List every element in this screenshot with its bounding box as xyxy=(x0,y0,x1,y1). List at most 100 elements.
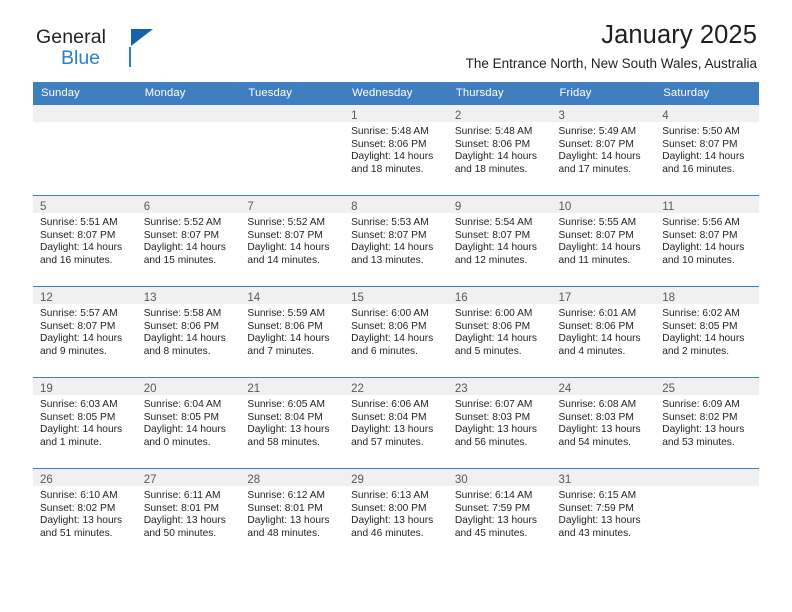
day-number-band: 28 xyxy=(240,469,345,486)
calendar-day-cell[interactable]: 1 Sunrise: 5:48 AM Sunset: 8:06 PM Daylight… xyxy=(344,104,448,196)
calendar-day-cell[interactable]: 30 Sunrise: 6:14 AM Sunset: 7:59 PM Dayligh… xyxy=(447,468,552,559)
calendar-day-cell[interactable]: 2 Sunrise: 5:48 AM Sunset: 8:06 PM Daylight… xyxy=(447,104,552,196)
sunrise-text: Sunrise: 6:10 AM xyxy=(40,490,118,501)
day-sun-info: Sunrise: 5:52 AM Sunset: 8:07 PM Daylight:… xyxy=(137,213,241,267)
calendar-day-cell[interactable]: 29 Sunrise: 6:13 AM Sunset: 8:00 PM Dayligh… xyxy=(344,468,448,559)
day-number-band: 12 xyxy=(33,287,137,304)
calendar-day-cell[interactable]: 15 Sunrise: 6:00 AM Sunset: 8:06 PM Dayligh… xyxy=(344,286,448,378)
day-number-band: 30 xyxy=(447,469,552,486)
calendar-day-cell[interactable]: 31 Sunrise: 6:15 AM Sunset: 7:59 PM Dayligh… xyxy=(551,468,656,559)
sunset-text: Sunset: 8:07 PM xyxy=(558,138,634,150)
day-number-band: 26 xyxy=(33,469,137,486)
day-number: 1 xyxy=(351,110,358,122)
calendar-day-cell[interactable]: 26 Sunrise: 6:10 AM Sunset: 8:02 PM Dayligh… xyxy=(33,468,137,559)
logo-bar-icon xyxy=(129,47,131,67)
day-sun-info: Sunrise: 5:50 AM Sunset: 8:07 PM Daylight:… xyxy=(655,122,759,176)
calendar-day-cell[interactable]: 8 Sunrise: 5:53 AM Sunset: 8:07 PM Daylight… xyxy=(344,195,448,287)
day-sun-info: Sunrise: 6:04 AM Sunset: 8:05 PM Daylight:… xyxy=(137,395,241,449)
sunrise-text: Sunrise: 6:07 AM xyxy=(454,399,533,410)
day-number: 2 xyxy=(454,110,462,122)
calendar-day-cell[interactable]: 25 Sunrise: 6:09 AM Sunset: 8:02 PM Dayligh… xyxy=(655,377,759,469)
calendar-day-cell[interactable]: 5 Sunrise: 5:51 AM Sunset: 8:07 PM Daylight… xyxy=(33,195,137,287)
weekday-header-friday: Friday xyxy=(551,82,656,105)
day-number-band: 10 xyxy=(551,196,656,213)
calendar-day-cell[interactable]: 22 Sunrise: 6:06 AM Sunset: 8:04 PM Dayligh… xyxy=(344,377,448,469)
day-sun-info: Sunrise: 5:56 AM Sunset: 8:07 PM Daylight:… xyxy=(655,213,759,267)
sunset-text: Sunset: 8:04 PM xyxy=(247,411,323,423)
calendar-day-cell[interactable]: 23 Sunrise: 6:07 AM Sunset: 8:03 PM Dayligh… xyxy=(447,377,552,469)
day-number: 7 xyxy=(247,201,254,213)
day-sun-info: Sunrise: 6:10 AM Sunset: 8:02 PM Daylight:… xyxy=(33,486,137,540)
calendar-day-cell[interactable]: 24 Sunrise: 6:08 AM Sunset: 8:03 PM Dayligh… xyxy=(551,377,656,469)
day-number-band: 8 xyxy=(344,196,448,213)
daylight-text: Daylight: 14 hours and 7 minutes. xyxy=(247,333,330,357)
calendar-day-cell[interactable]: 6 Sunrise: 5:52 AM Sunset: 8:07 PM Daylight… xyxy=(136,195,241,287)
sunset-text: Sunset: 7:59 PM xyxy=(558,502,634,514)
sunset-text: Sunset: 8:05 PM xyxy=(143,411,220,423)
day-number: 3 xyxy=(558,110,565,122)
calendar-week-row: 5 Sunrise: 5:51 AM Sunset: 8:07 PM Daylight… xyxy=(33,195,759,287)
daylight-text: Daylight: 14 hours and 8 minutes. xyxy=(143,333,226,357)
day-sun-info: Sunrise: 5:48 AM Sunset: 8:06 PM Daylight:… xyxy=(344,122,448,176)
daylight-text: Daylight: 13 hours and 45 minutes. xyxy=(454,515,537,539)
calendar-day-cell[interactable]: 28 Sunrise: 6:12 AM Sunset: 8:01 PM Dayligh… xyxy=(240,468,345,559)
calendar-day-cell[interactable]: 11 Sunrise: 5:56 AM Sunset: 8:07 PM Dayligh… xyxy=(655,195,759,287)
day-number: 9 xyxy=(454,201,462,213)
day-sun-info: Sunrise: 5:57 AM Sunset: 8:07 PM Daylight:… xyxy=(33,304,137,358)
calendar-day-cell[interactable]: 12 Sunrise: 5:57 AM Sunset: 8:07 PM Dayligh… xyxy=(33,286,137,378)
logo-triangle-icon xyxy=(131,29,153,46)
day-number-band: 3 xyxy=(551,105,656,122)
calendar-day-cell[interactable]: 3 Sunrise: 5:49 AM Sunset: 8:07 PM Daylight… xyxy=(551,104,656,196)
sunrise-text: Sunrise: 6:14 AM xyxy=(454,490,533,501)
day-sun-info: Sunrise: 5:48 AM Sunset: 8:06 PM Daylight:… xyxy=(448,122,552,176)
day-number-band: 7 xyxy=(240,196,345,213)
sunrise-text: Sunrise: 5:51 AM xyxy=(40,217,118,228)
sunrise-text: Sunrise: 6:04 AM xyxy=(143,399,222,410)
calendar-day-cell[interactable]: 19 Sunrise: 6:03 AM Sunset: 8:05 PM Dayligh… xyxy=(33,377,137,469)
daylight-text: Daylight: 13 hours and 50 minutes. xyxy=(143,515,226,539)
calendar-day-cell[interactable]: 16 Sunrise: 6:00 AM Sunset: 8:06 PM Dayligh… xyxy=(447,286,552,378)
day-number-band xyxy=(655,469,759,486)
day-number: 29 xyxy=(351,474,364,486)
day-sun-info: Sunrise: 6:00 AM Sunset: 8:06 PM Daylight:… xyxy=(344,304,448,358)
sunset-text: Sunset: 8:00 PM xyxy=(351,502,427,514)
day-sun-info: Sunrise: 6:14 AM Sunset: 7:59 PM Daylight:… xyxy=(448,486,552,540)
calendar-day-cell[interactable]: 18 Sunrise: 6:02 AM Sunset: 8:05 PM Dayligh… xyxy=(655,286,759,378)
day-number-band xyxy=(33,105,137,122)
calendar-day-cell[interactable]: 20 Sunrise: 6:04 AM Sunset: 8:05 PM Dayligh… xyxy=(136,377,241,469)
calendar-week-row: 19 Sunrise: 6:03 AM Sunset: 8:05 PM Dayligh… xyxy=(33,377,759,469)
sunset-text: Sunset: 8:06 PM xyxy=(558,320,634,332)
daylight-text: Daylight: 14 hours and 15 minutes. xyxy=(143,242,226,266)
day-sun-info: Sunrise: 6:09 AM Sunset: 8:02 PM Daylight:… xyxy=(655,395,759,449)
calendar-day-cell[interactable]: 7 Sunrise: 5:52 AM Sunset: 8:07 PM Daylight… xyxy=(240,195,345,287)
daylight-text: Daylight: 14 hours and 10 minutes. xyxy=(662,242,745,266)
calendar-day-cell[interactable]: 14 Sunrise: 5:59 AM Sunset: 8:06 PM Dayligh… xyxy=(240,286,345,378)
daylight-text: Daylight: 14 hours and 5 minutes. xyxy=(454,333,537,357)
day-number-band: 9 xyxy=(447,196,552,213)
sunrise-text: Sunrise: 6:12 AM xyxy=(247,490,325,501)
sunrise-text: Sunrise: 6:05 AM xyxy=(247,399,325,410)
calendar-day-cell[interactable]: 10 Sunrise: 5:55 AM Sunset: 8:07 PM Dayligh… xyxy=(551,195,656,287)
daylight-text: Daylight: 13 hours and 51 minutes. xyxy=(40,515,123,539)
day-sun-info: Sunrise: 6:08 AM Sunset: 8:03 PM Daylight:… xyxy=(552,395,656,449)
sunrise-text: Sunrise: 6:02 AM xyxy=(662,308,740,319)
daylight-text: Daylight: 13 hours and 56 minutes. xyxy=(454,424,537,448)
daylight-text: Daylight: 14 hours and 9 minutes. xyxy=(40,333,123,357)
sunset-text: Sunset: 8:03 PM xyxy=(558,411,634,423)
calendar-day-cell[interactable]: 27 Sunrise: 6:11 AM Sunset: 8:01 PM Dayligh… xyxy=(136,468,241,559)
day-number-band xyxy=(136,105,241,122)
sunset-text: Sunset: 8:01 PM xyxy=(143,502,220,514)
sunrise-text: Sunrise: 5:49 AM xyxy=(558,126,637,137)
calendar-day-cell[interactable]: 17 Sunrise: 6:01 AM Sunset: 8:06 PM Dayligh… xyxy=(551,286,656,378)
calendar-cell-empty xyxy=(655,468,759,559)
sunset-text: Sunset: 8:07 PM xyxy=(247,229,323,241)
calendar-day-cell[interactable]: 13 Sunrise: 5:58 AM Sunset: 8:06 PM Dayligh… xyxy=(136,286,241,378)
calendar-day-cell[interactable]: 21 Sunrise: 6:05 AM Sunset: 8:04 PM Dayligh… xyxy=(240,377,345,469)
day-sun-info: Sunrise: 6:01 AM Sunset: 8:06 PM Daylight:… xyxy=(552,304,656,358)
day-number-band: 18 xyxy=(655,287,759,304)
calendar-day-cell[interactable]: 9 Sunrise: 5:54 AM Sunset: 8:07 PM Daylight… xyxy=(447,195,552,287)
daylight-text: Daylight: 13 hours and 54 minutes. xyxy=(558,424,641,448)
day-sun-info: Sunrise: 6:00 AM Sunset: 8:06 PM Daylight:… xyxy=(448,304,552,358)
calendar-day-cell[interactable]: 4 Sunrise: 5:50 AM Sunset: 8:07 PM Daylight… xyxy=(655,104,759,196)
day-sun-info: Sunrise: 5:58 AM Sunset: 8:06 PM Daylight:… xyxy=(137,304,241,358)
